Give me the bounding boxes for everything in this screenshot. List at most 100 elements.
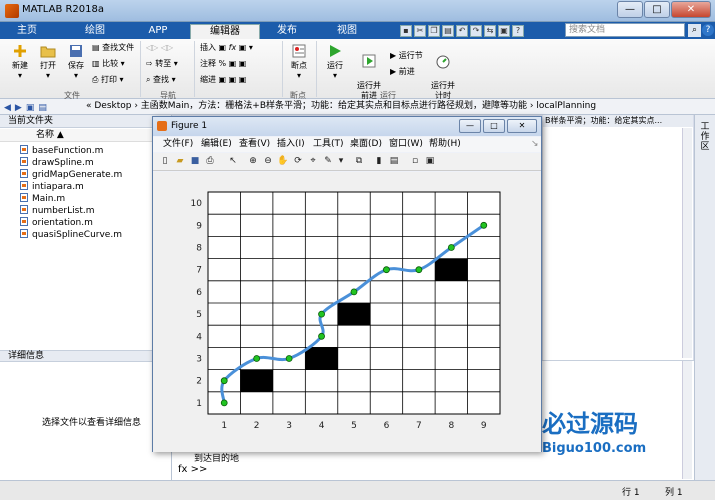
y-tick-label: 5: [196, 310, 202, 320]
menu-help[interactable]: 帮助(H): [429, 137, 461, 151]
quick-undo-icon[interactable]: ↶: [456, 24, 468, 37]
menu-tools[interactable]: 工具(T): [313, 137, 344, 151]
quick-window-icon[interactable]: ▣: [498, 24, 510, 37]
run-section-button[interactable]: ▶ 运行节: [390, 51, 423, 61]
nav-back-icon[interactable]: ◁▷ ◁▷: [146, 43, 173, 53]
quick-redo-icon[interactable]: ↷: [470, 24, 482, 37]
menu-insert[interactable]: 插入(I): [277, 137, 305, 151]
brush-icon[interactable]: ✎: [322, 156, 334, 168]
forward-icon[interactable]: ▶: [15, 101, 22, 114]
menu-desktop[interactable]: 桌面(D): [350, 137, 382, 151]
up-folder-icon[interactable]: ▣: [26, 101, 35, 114]
tab-plots[interactable]: 绘图: [70, 24, 120, 39]
file-item[interactable]: numberList.m: [20, 205, 95, 216]
tab-editor[interactable]: 编辑器: [190, 24, 260, 39]
quick-switch-icon[interactable]: ⇆: [484, 24, 496, 37]
tab-publish[interactable]: 发布: [262, 24, 312, 39]
compare-button[interactable]: ▥ 比较 ▾: [92, 59, 125, 69]
pan-icon[interactable]: ✋: [277, 156, 289, 168]
run-and-time-button[interactable]: 运行并 计时: [428, 43, 458, 101]
minimize-button[interactable]: —: [617, 1, 643, 18]
run-button[interactable]: 运行 ▾: [322, 43, 348, 81]
file-item[interactable]: quasiSplineCurve.m: [20, 229, 122, 240]
edit-plot-icon[interactable]: ↖: [227, 156, 239, 168]
file-item[interactable]: gridMapGenerate.m: [20, 169, 122, 180]
back-icon[interactable]: ◀: [4, 101, 11, 114]
zoom-out-icon[interactable]: ⊖: [262, 156, 274, 168]
figure-maximize-button[interactable]: □: [483, 119, 505, 133]
search-input[interactable]: 搜索文档: [565, 23, 685, 37]
menu-file[interactable]: 文件(F): [163, 137, 193, 151]
find-files-button[interactable]: ▤ 查找文件: [92, 43, 134, 53]
menu-view[interactable]: 查看(V): [239, 137, 270, 151]
help-icon[interactable]: ?: [702, 24, 714, 36]
tab-apps[interactable]: APP: [133, 24, 183, 39]
print-figure-icon[interactable]: ⎙: [204, 156, 216, 168]
menu-edit[interactable]: 编辑(E): [201, 137, 232, 151]
comment-button[interactable]: 注释 % ▣ ▣: [200, 59, 246, 69]
menu-window[interactable]: 窗口(W): [389, 137, 423, 151]
file-item[interactable]: Main.m: [20, 193, 65, 204]
browse-folder-icon[interactable]: ▤: [38, 101, 47, 114]
x-tick-label: 7: [416, 421, 422, 431]
editor-scrollbar[interactable]: [682, 128, 692, 358]
hide-plot-tools-icon[interactable]: ▫: [409, 156, 421, 168]
command-prompt[interactable]: fx >>: [178, 464, 207, 475]
file-item[interactable]: drawSpline.m: [20, 157, 94, 168]
y-tick-label: 3: [196, 355, 202, 365]
figure-window[interactable]: Figure 1 — □ ✕ 文件(F) 编辑(E) 查看(V) 插入(I) 工…: [152, 116, 542, 452]
tab-view[interactable]: 视图: [322, 24, 372, 39]
file-item[interactable]: orientation.m: [20, 217, 93, 228]
quick-cut-icon[interactable]: ✂: [414, 24, 426, 37]
advance-button[interactable]: ▶ 前进: [390, 67, 415, 77]
insert-button[interactable]: 插入 ▣ fx ▣ ▾: [200, 43, 253, 53]
open-file-icon[interactable]: ▰: [174, 156, 186, 168]
find-button[interactable]: ⌕ 查找 ▾: [146, 75, 176, 85]
figure-canvas[interactable]: 1 2 3 4 5 6 7 8 9 1 2 3 4 5 6 7 8 9 10: [153, 172, 541, 452]
menu-dock-icon[interactable]: ↘: [531, 137, 539, 151]
save-figure-icon[interactable]: ■: [189, 156, 201, 168]
new-button[interactable]: 新建 ▾: [8, 43, 32, 81]
save-button[interactable]: 保存 ▾: [64, 43, 88, 81]
quick-paste-icon[interactable]: ▤: [442, 24, 454, 37]
path-plot[interactable]: 1 2 3 4 5 6 7 8 9 1 2 3 4 5 6 7 8 9 10: [153, 172, 541, 452]
file-item[interactable]: intiapara.m: [20, 181, 84, 192]
close-button[interactable]: ✕: [671, 1, 711, 18]
figure-title: Figure 1: [171, 121, 208, 131]
indent-button[interactable]: 缩进 ▣ ▣ ▣: [200, 75, 246, 85]
figure-close-button[interactable]: ✕: [507, 119, 537, 133]
tab-home[interactable]: 主页: [2, 24, 52, 39]
new-figure-icon[interactable]: ▯: [159, 156, 171, 168]
data-cursor-icon[interactable]: ⌖: [307, 156, 319, 168]
zoom-in-icon[interactable]: ⊕: [247, 156, 259, 168]
quick-copy-icon[interactable]: ❐: [428, 24, 440, 37]
current-path[interactable]: « Desktop › 主函数Main，方法：栅格法+B样条平滑；功能：给定其实…: [86, 99, 596, 114]
colorbar-icon[interactable]: ▮: [373, 156, 385, 168]
brush-dropdown-icon[interactable]: ▾: [335, 156, 347, 168]
obstacle-cell: [435, 258, 468, 281]
ribbon: 新建 ▾ 打开 ▾ 保存 ▾ ▤ 查找文件 ▥ 比较 ▾ ⎙ 打印 ▾ ◁▷ ◁▷ ⇨…: [0, 39, 715, 101]
waypoint-marker: [253, 355, 261, 362]
x-tick-label: 6: [384, 421, 390, 431]
y-tick-label: 8: [196, 244, 202, 254]
maximize-button[interactable]: □: [644, 1, 670, 18]
rotate-icon[interactable]: ⟳: [292, 156, 304, 168]
open-button[interactable]: 打开 ▾: [36, 43, 60, 81]
quick-save-icon[interactable]: ▪: [400, 24, 412, 37]
goto-button[interactable]: ⇨ 转至 ▾: [146, 59, 178, 69]
ribbon-tab-bar: 主页 绘图 APP 编辑器 发布 视图 ▪ ✂ ❐ ▤ ↶ ↷ ⇆ ▣ ? 搜索…: [0, 22, 715, 39]
legend-icon[interactable]: ▤: [388, 156, 400, 168]
x-tick-label: 8: [448, 421, 454, 431]
x-tick-label: 3: [286, 421, 292, 431]
figure-minimize-button[interactable]: —: [459, 119, 481, 133]
quick-help-icon[interactable]: ?: [512, 24, 524, 37]
breakpoints-button[interactable]: 断点 ▾: [286, 43, 312, 81]
show-plot-tools-icon[interactable]: ▣: [424, 156, 436, 168]
search-icon[interactable]: ⌕: [688, 24, 701, 37]
link-plot-icon[interactable]: ⧉: [353, 156, 365, 168]
run-icon: [330, 45, 341, 57]
figure-title-bar[interactable]: Figure 1 — □ ✕: [153, 117, 541, 136]
print-button[interactable]: ⎙ 打印 ▾: [92, 75, 124, 85]
column-name-header[interactable]: 名称 ▲: [0, 129, 172, 142]
file-item[interactable]: baseFunction.m: [20, 145, 103, 156]
